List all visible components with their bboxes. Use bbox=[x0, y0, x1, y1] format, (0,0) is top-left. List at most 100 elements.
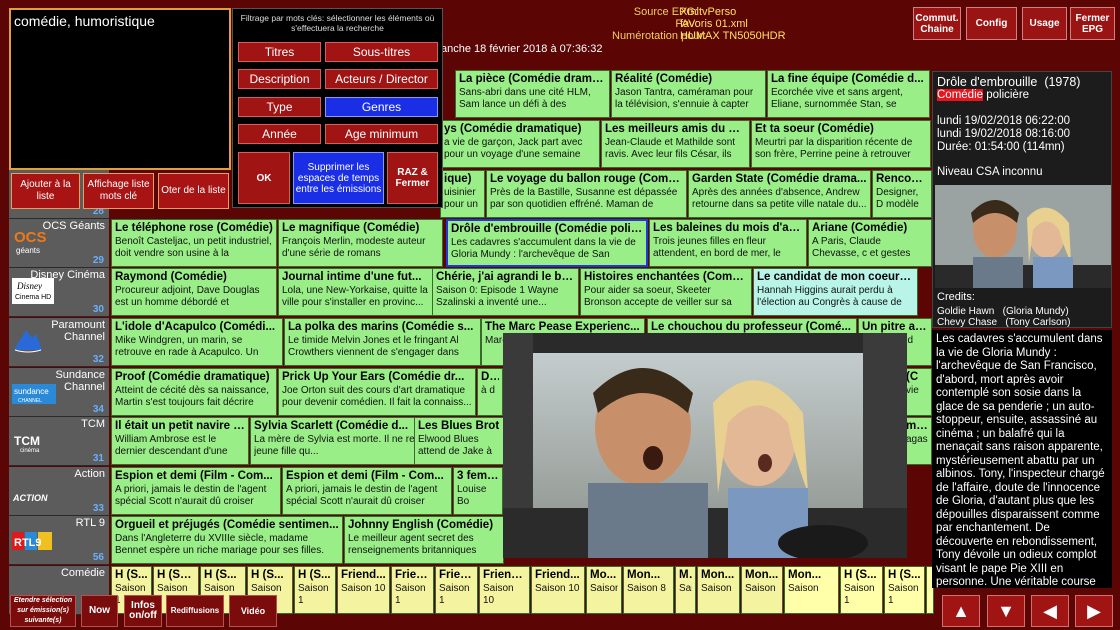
program-summary: François Merlin, modeste auteur d'une sé… bbox=[282, 236, 426, 259]
program-title: Le téléphone rose (Comédie) bbox=[115, 222, 273, 234]
arrow-left-icon[interactable]: ◀ bbox=[1031, 595, 1069, 627]
extend-selection-button[interactable]: Etendre sélection sur émission(s) suivan… bbox=[10, 595, 76, 627]
remove-time-gaps-button[interactable]: Supprimer les espaces de temps entre les… bbox=[293, 152, 384, 204]
remove-from-list-button[interactable]: Oter de la liste bbox=[158, 173, 229, 209]
channel-name: RTL 9 bbox=[75, 517, 105, 529]
program-title: Les baleines du mois d'ao... bbox=[653, 222, 803, 234]
program-cell[interactable]: Mo... Saison bbox=[586, 566, 622, 614]
program-cell[interactable]: Frien... Saison 1 bbox=[391, 566, 434, 614]
program-cell[interactable]: La pièce (Comédie drama... Sans-abri dans… bbox=[455, 70, 610, 118]
program-cell[interactable]: Histoires enchantées (Comédie) Pour aider… bbox=[580, 268, 752, 316]
program-cell[interactable]: Les meilleurs amis du m... Jean-Claude et… bbox=[601, 120, 750, 168]
arrow-down-icon[interactable]: ▼ bbox=[987, 595, 1025, 627]
program-cell[interactable]: L'idole d'Acapulco (Comédi... Mike Windgr… bbox=[111, 318, 283, 366]
arrow-right-icon[interactable]: ▶ bbox=[1075, 595, 1113, 627]
program-summary: Atteint de cécité dès sa naissance, Mart… bbox=[115, 385, 269, 408]
filter-description-button[interactable]: Description bbox=[238, 69, 321, 89]
program-cell[interactable]: Espion et demi (Film - Com... A priori, j… bbox=[282, 467, 452, 515]
program-summary: Trois jeunes filles en fleur attendent, … bbox=[653, 236, 781, 259]
channel-row-label[interactable]: Sundance Channel 34 sundance CHANNEL bbox=[9, 368, 109, 417]
program-cell[interactable]: Il était un petit navire (... William Amb… bbox=[111, 417, 249, 465]
program-cell[interactable]: Proof (Comédie dramatique) Atteint de céc… bbox=[111, 368, 277, 416]
filter-titles-button[interactable]: Titres bbox=[238, 42, 321, 62]
svg-text:OCS: OCS bbox=[14, 229, 47, 246]
now-button[interactable]: Now bbox=[81, 595, 118, 627]
switch-channel-button[interactable]: Commut. Chaine bbox=[913, 7, 961, 40]
filter-actors-button[interactable]: Acteurs / Director bbox=[325, 69, 438, 89]
config-button[interactable]: Config bbox=[966, 7, 1017, 40]
program-summary: Près de la Bastille, Susanne est dépassé… bbox=[490, 187, 678, 210]
program-cell[interactable]: 3 femme Louise Bo docteur Au bbox=[453, 467, 503, 515]
program-cell[interactable]: Mon... Saison bbox=[697, 566, 740, 614]
program-cell[interactable]: Mon... Saison 8 bbox=[623, 566, 674, 614]
credit-actor: Chevy Chase bbox=[937, 317, 998, 328]
filter-subtitles-button[interactable]: Sous-titres bbox=[325, 42, 438, 62]
program-cell[interactable]: H (S... Saison 1 bbox=[294, 566, 336, 614]
program-cell[interactable]: Rencontre Designer, D modèle de c bbox=[872, 170, 932, 218]
channel-row-label[interactable]: OCS Géants 29 OCS géants bbox=[9, 219, 109, 268]
channel-logo-icon: OCS géants bbox=[12, 227, 56, 260]
channel-row-label[interactable]: Disney Cinéma 30 Disney Cinema HD bbox=[9, 268, 109, 317]
program-cell[interactable]: Réalité (Comédie) Jason Tantra, caméraman… bbox=[611, 70, 766, 118]
program-cell[interactable]: Ariane (Comédie) A Paris, Claude Chevasse… bbox=[808, 219, 932, 267]
add-to-list-button[interactable]: Ajouter à la liste bbox=[11, 173, 80, 209]
program-cell[interactable]: Mo Sai bbox=[675, 566, 696, 614]
ok-button[interactable]: OK bbox=[238, 152, 290, 204]
program-summary: Mike Windgren, un marin, se retrouve en … bbox=[115, 335, 259, 358]
program-cell[interactable]: La fine équipe (Comédie d... Ecorchée viv… bbox=[767, 70, 930, 118]
program-thumbnail bbox=[935, 185, 1111, 288]
program-cell[interactable]: Friend... Saison 10 bbox=[337, 566, 390, 614]
rebroadcasts-button[interactable]: Rediffusions bbox=[166, 595, 224, 627]
program-cell[interactable]: Les baleines du mois d'ao... Trois jeunes… bbox=[649, 219, 807, 267]
channel-row-label[interactable]: Action 33 ACTION bbox=[9, 467, 109, 516]
program-summary: Saison 8 bbox=[627, 583, 666, 594]
program-duration: Durée: 01:54:00 (114mn) bbox=[937, 141, 1065, 153]
program-cell[interactable]: Mon... Saison bbox=[741, 566, 783, 614]
program-cell[interactable]: Friend... Saison 10 bbox=[531, 566, 585, 614]
program-title: Chérie, j'ai agrandi le bé... bbox=[436, 271, 575, 283]
usage-button[interactable]: Usage bbox=[1022, 7, 1067, 40]
program-cell[interactable]: Raymond (Comédie) Procureur adjoint, Dave… bbox=[111, 268, 277, 316]
close-epg-button[interactable]: Fermer EPG bbox=[1070, 7, 1115, 40]
show-keywords-button[interactable]: Affichage liste mots clé bbox=[83, 173, 154, 209]
program-cell[interactable]: Espion et demi (Film - Com... A priori, j… bbox=[111, 467, 281, 515]
arrow-up-icon[interactable]: ▲ bbox=[942, 595, 980, 627]
channel-row-label[interactable]: RTL 9 56 RTL9 bbox=[9, 516, 109, 565]
channel-row-label[interactable]: Paramount Channel 32 bbox=[9, 318, 109, 367]
program-cell[interactable]: H (S... Saison 1 bbox=[884, 566, 925, 614]
program-cell[interactable]: La polka des marins (Comédie s... Le timi… bbox=[284, 318, 481, 366]
program-cell[interactable]: Les Blues Brot Elwood Blues attend de Jak… bbox=[414, 417, 504, 465]
reset-close-button[interactable]: RAZ & Fermer bbox=[387, 152, 438, 204]
filter-type-button[interactable]: Type bbox=[238, 97, 321, 117]
filter-year-button[interactable]: Année bbox=[238, 124, 321, 144]
channel-row-label[interactable]: TCM 31 TCM cinéma bbox=[9, 417, 109, 466]
program-cell[interactable]: Et ta soeur (Comédie) Meurtri par la disp… bbox=[751, 120, 931, 168]
program-cell[interactable]: Le téléphone rose (Comédie) Benoît Castel… bbox=[111, 219, 277, 267]
program-summary: à d bbox=[481, 385, 495, 396]
program-summary: Louise Bo docteur Au bbox=[457, 484, 487, 507]
infos-toggle-button[interactable]: Infos on/off bbox=[124, 595, 162, 627]
program-cell[interactable]: Orgueil et préjugés (Comédie sentimen...… bbox=[111, 516, 343, 564]
program-cell[interactable]: Journal intime d'une fut... Lola, une New… bbox=[278, 268, 443, 316]
program-cell[interactable]: Friend... Saison 10 bbox=[479, 566, 530, 614]
video-preview[interactable] bbox=[503, 333, 907, 558]
program-cell[interactable]: Le candidat de mon coeur (... Hannah Higg… bbox=[753, 268, 918, 316]
program-title: La polka des marins (Comédie s... bbox=[288, 321, 474, 333]
filter-genres-button[interactable]: Genres bbox=[325, 97, 438, 117]
program-cell[interactable]: Frien... Saison 1 bbox=[435, 566, 478, 614]
program-cell[interactable]: Le voyage du ballon rouge (Comédie) Près … bbox=[486, 170, 687, 218]
program-cell[interactable]: Johnny English (Comédie) Le meilleur agen… bbox=[344, 516, 504, 564]
program-cell[interactable]: Det à d bbox=[477, 368, 503, 416]
video-button[interactable]: Vidéo bbox=[229, 595, 277, 627]
program-cell[interactable]: Le magnifique (Comédie) François Merlin, … bbox=[278, 219, 443, 267]
program-cell[interactable]: Mon... Saison bbox=[784, 566, 839, 614]
program-cell[interactable]: ique) uisinier pour un bbox=[440, 170, 485, 218]
program-cell[interactable]: Chérie, j'ai agrandi le bé... Saison 0: E… bbox=[432, 268, 579, 316]
program-cell[interactable]: ys (Comédie dramatique) a vie de garçon, … bbox=[440, 120, 600, 168]
program-cell[interactable]: Prick Up Your Ears (Comédie dr... Joe Ort… bbox=[278, 368, 476, 416]
program-cell[interactable]: Drôle d'embrouille (Comédie polic... Les … bbox=[446, 219, 648, 267]
program-cell[interactable]: Garden State (Comédie drama... Après des … bbox=[688, 170, 871, 218]
keywords-box[interactable]: comédie, humoristique bbox=[9, 8, 231, 170]
filter-min-age-button[interactable]: Age minimum bbox=[325, 124, 438, 144]
program-cell[interactable]: H (S... Saison 1 bbox=[840, 566, 883, 614]
